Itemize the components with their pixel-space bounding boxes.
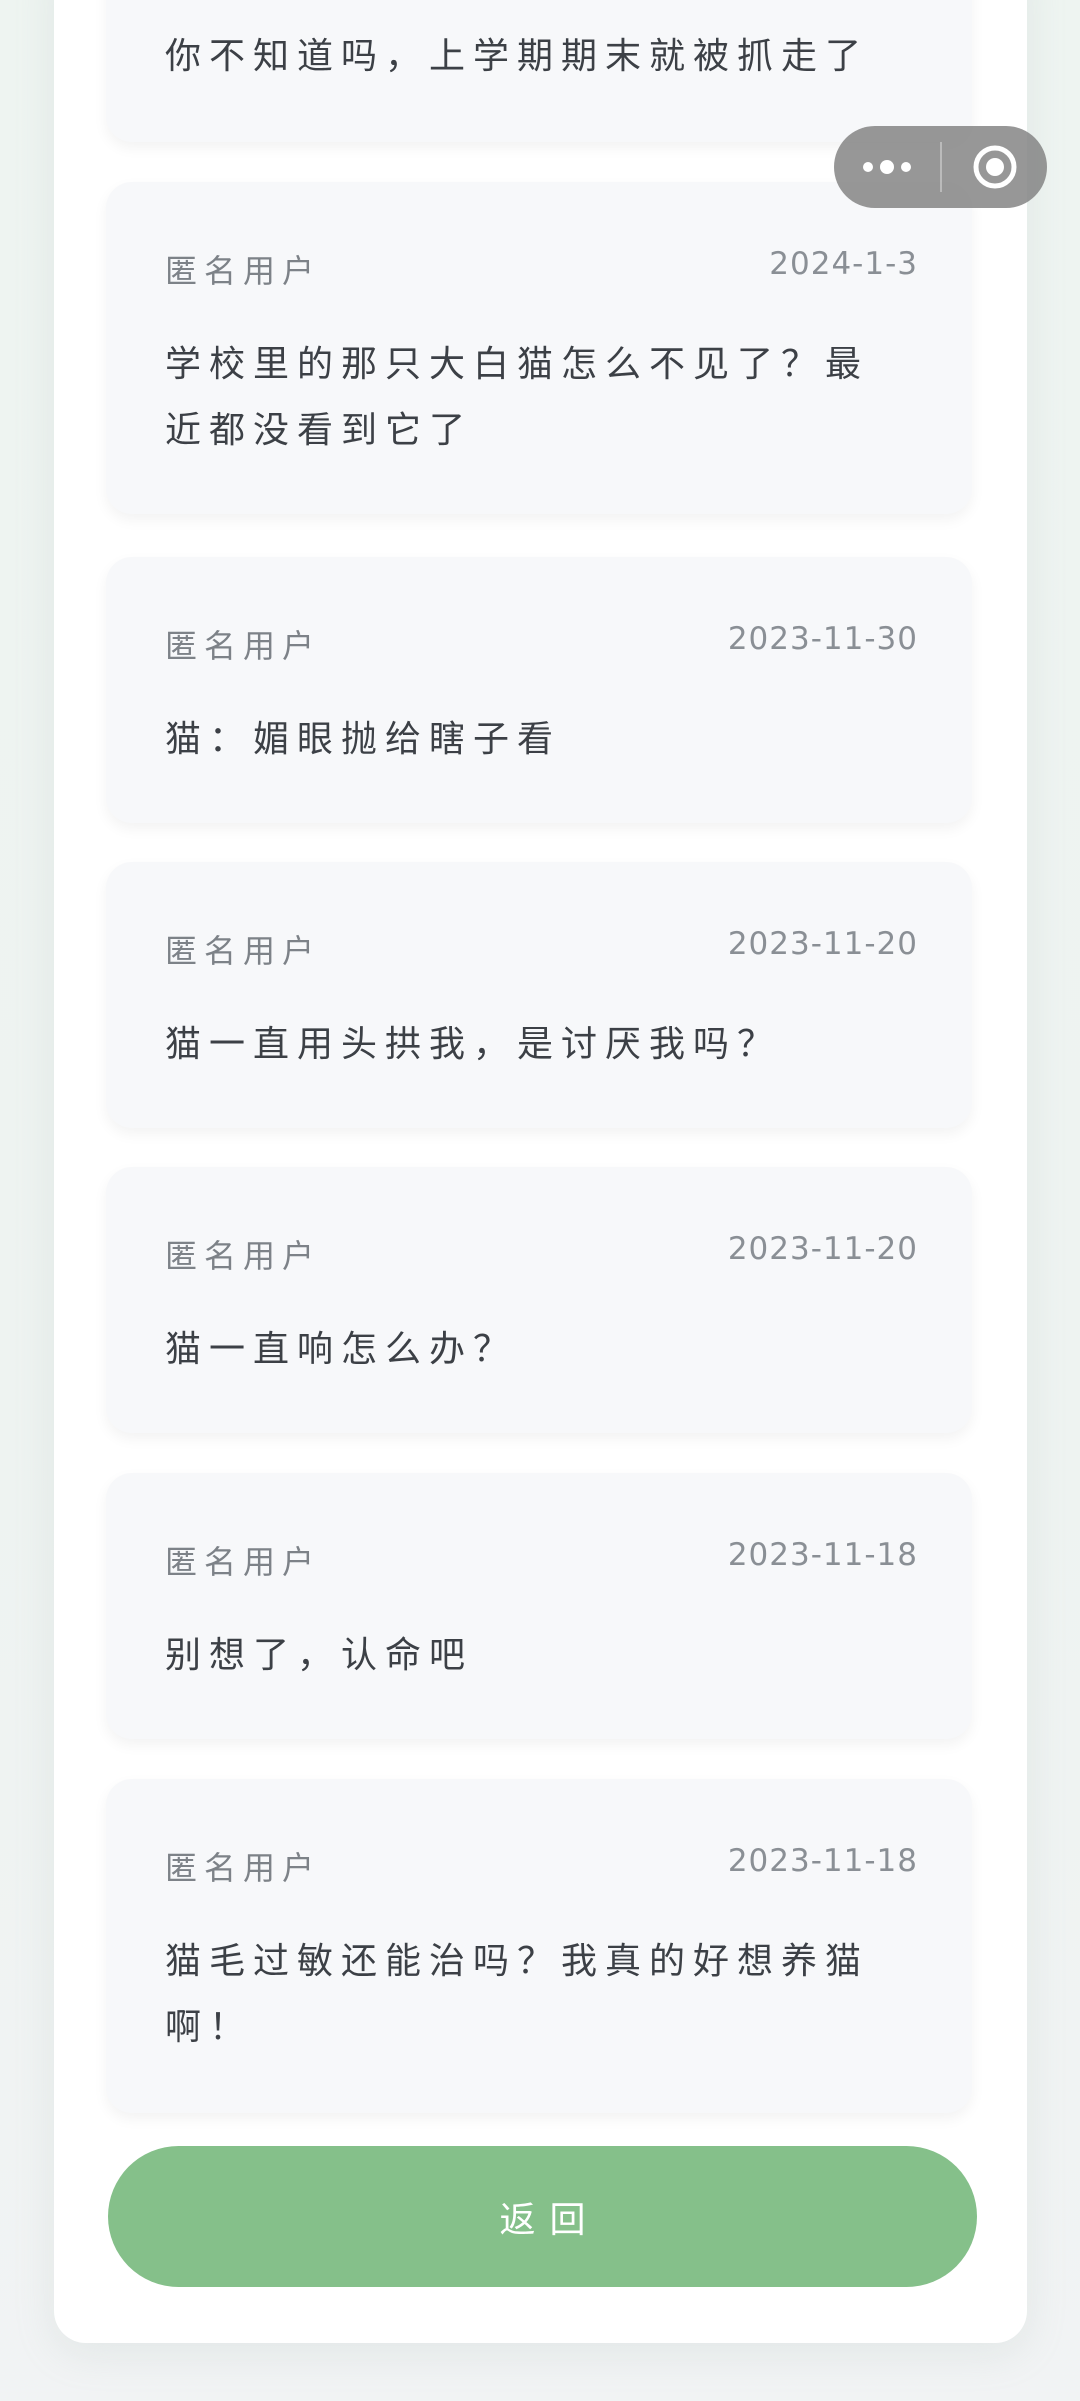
post-text: 猫一直响怎么办？: [165, 1329, 518, 1370]
post-date: 2023-11-18: [727, 1537, 918, 1573]
miniprogram-capsule: [834, 126, 1047, 208]
more-dots-icon[interactable]: [834, 126, 940, 208]
post-author: 匿名用户: [165, 1849, 322, 1887]
list-item[interactable]: 匿名用户 2023-11-20 猫一直响怎么办？: [106, 1167, 972, 1433]
post-text: 别想了，认命吧: [165, 1635, 474, 1676]
post-author: 匿名用户: [165, 627, 322, 665]
list-item[interactable]: 匿名用户 2023-11-20 猫一直用头拱我，是讨厌我吗？: [106, 862, 972, 1128]
post-text: 猫：媚眼抛给瞎子看: [165, 719, 562, 760]
list-item[interactable]: 你不知道吗，上学期期末就被抓走了: [106, 0, 972, 142]
list-item[interactable]: 匿名用户 2023-11-30 猫：媚眼抛给瞎子看: [106, 557, 972, 823]
target-close-icon[interactable]: [942, 126, 1047, 208]
post-author: 匿名用户: [165, 1237, 322, 1275]
post-date: 2023-11-18: [727, 1843, 918, 1879]
post-text: 猫一直用头拱我，是讨厌我吗？: [165, 1024, 782, 1065]
back-button[interactable]: 返回: [108, 2146, 977, 2287]
list-item[interactable]: 匿名用户 2023-11-18 猫毛过敏还能治吗？我真的好想养猫啊！: [106, 1779, 972, 2113]
list-item[interactable]: 匿名用户 2024-1-3 学校里的那只大白猫怎么不见了？最近都没看到它了: [106, 182, 972, 514]
post-author: 匿名用户: [165, 1543, 322, 1581]
post-date: 2023-11-30: [727, 621, 918, 657]
post-date: 2023-11-20: [727, 1231, 918, 1267]
post-text: 猫毛过敏还能治吗？我真的好想养猫啊！: [165, 1941, 870, 2048]
post-text: 学校里的那只大白猫怎么不见了？最近都没看到它了: [165, 344, 870, 451]
list-item[interactable]: 匿名用户 2023-11-18 别想了，认命吧: [106, 1473, 972, 1739]
post-author: 匿名用户: [165, 252, 322, 290]
post-author: 匿名用户: [165, 932, 322, 970]
post-date: 2024-1-3: [769, 246, 918, 282]
post-date: 2023-11-20: [727, 926, 918, 962]
post-text: 你不知道吗，上学期期末就被抓走了: [165, 36, 870, 77]
